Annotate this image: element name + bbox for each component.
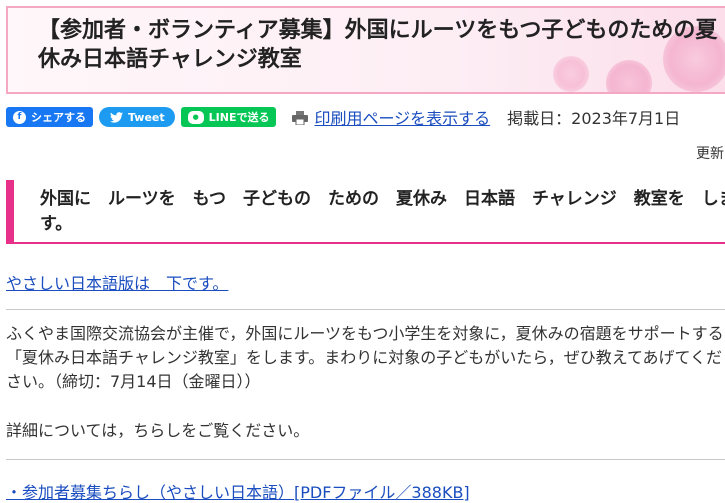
tweet-label: Tweet xyxy=(128,110,165,124)
printer-icon[interactable] xyxy=(292,110,309,126)
line-icon: ● xyxy=(187,110,204,124)
easy-japanese-link[interactable]: やさしい日本語版は 下です。 xyxy=(6,270,228,294)
section-heading: 外国に ルーツを もつ 子どもの ための 夏休み 日本語 チャレンジ 教室を し… xyxy=(6,180,725,244)
divider xyxy=(6,309,725,310)
post-date: 掲載日：2023年7月1日 xyxy=(507,109,681,128)
facebook-icon: f xyxy=(13,110,26,124)
body-paragraph: 詳細については，ちらしをご覧ください。 xyxy=(6,421,310,440)
pdf-flyer-link[interactable]: ・参加者募集ちらし（やさしい日本語）[PDFファイル／388KB] xyxy=(6,479,470,503)
twitter-bird-icon xyxy=(109,111,123,124)
section-heading-text: 外国に ルーツを もつ 子どもの ための 夏休み 日本語 チャレンジ 教室を し… xyxy=(40,189,725,234)
tweet-button[interactable]: Tweet xyxy=(99,107,175,127)
share-toolbar: f シェアする Tweet ● LINEで送る 印刷用ページを表示する 掲載日：… xyxy=(6,106,680,128)
updated-date: 更新 xyxy=(696,146,724,162)
facebook-share-button[interactable]: f シェアする xyxy=(6,107,93,127)
line-share-button[interactable]: ● LINEで送る xyxy=(180,107,277,127)
facebook-share-label: シェアする xyxy=(31,111,86,124)
page-title: 【参加者・ボランティア募集】外国にルーツをもつ子どものための夏休み日本語チャレン… xyxy=(38,18,718,72)
line-share-label: LINEで送る xyxy=(208,111,270,124)
divider xyxy=(6,459,725,460)
body-paragraph: ふくやま国際交流協会が主催で，外国にルーツをもつ小学生を対象に，夏休みの宿題をサ… xyxy=(6,324,724,391)
title-banner: 【参加者・ボランティア募集】外国にルーツをもつ子どものための夏休み日本語チャレン… xyxy=(6,6,725,94)
print-page-link[interactable]: 印刷用ページを表示する xyxy=(314,105,490,129)
